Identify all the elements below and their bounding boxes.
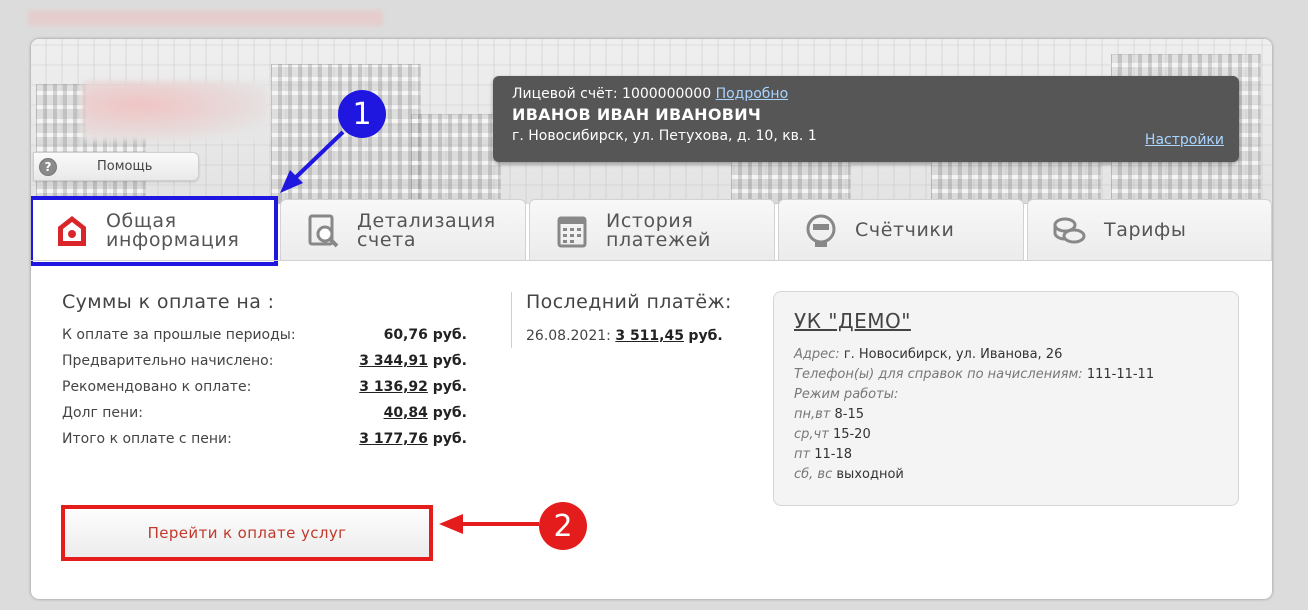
tab-tariffs[interactable]: Тарифы bbox=[1027, 199, 1272, 261]
tab-bill-details[interactable]: Детализация счета bbox=[280, 199, 526, 261]
tab-payment-history[interactable]: История платежей bbox=[529, 199, 775, 261]
tab-general-info[interactable]: Общая информация bbox=[31, 196, 278, 266]
company-logo bbox=[83, 81, 269, 141]
company-info-panel: УК "ДЕМО" Адрес: г. Новосибирск, ул. Ива… bbox=[773, 291, 1239, 506]
tab-bar: Общая информация Детализация счета История… bbox=[31, 196, 1272, 266]
help-button[interactable]: ? Помощь bbox=[33, 152, 199, 181]
last-payment-info: 26.08.2021: 3 511,45 руб. bbox=[526, 328, 723, 344]
divider bbox=[511, 292, 512, 348]
sum-value-link[interactable]: 3 136,92 руб. bbox=[359, 379, 467, 395]
last-payment-date: 26.08.2021: bbox=[526, 328, 611, 344]
account-number: 1000000000 bbox=[622, 86, 712, 102]
tab-meters-label: Счётчики bbox=[855, 219, 955, 241]
calendar-icon bbox=[555, 214, 589, 248]
meter-icon bbox=[804, 214, 838, 248]
main-card: ? Помощь Лицевой счёт: 1000000000 Подроб… bbox=[31, 39, 1272, 599]
sum-row-past-periods: К оплате за прошлые периоды: 60,76 руб. bbox=[62, 327, 467, 347]
last-payment-amount[interactable]: 3 511,45 bbox=[615, 328, 684, 344]
sum-label: Долг пени: bbox=[62, 405, 143, 421]
sum-label: Итого к оплате с пени: bbox=[62, 431, 232, 447]
blurred-header-text bbox=[28, 10, 383, 26]
account-label: Лицевой счёт: bbox=[512, 86, 618, 102]
sum-value-link[interactable]: 3 177,76 руб. bbox=[359, 431, 467, 447]
sum-row-recommended: Рекомендовано к оплате: 3 136,92 руб. bbox=[62, 379, 467, 399]
sum-row-penalty: Долг пени: 40,84 руб. bbox=[62, 405, 467, 425]
account-holder-name: ИВАНОВ ИВАН ИВАНОВИЧ bbox=[512, 105, 762, 124]
sum-label: К оплате за прошлые периоды: bbox=[62, 327, 296, 343]
pay-services-button[interactable]: Перейти к оплате услуг bbox=[61, 505, 433, 561]
annotation-badge-2: 2 bbox=[539, 502, 587, 550]
sum-row-total: Итого к оплате с пени: 3 177,76 руб. bbox=[62, 431, 467, 451]
sum-value-link[interactable]: 3 344,91 руб. bbox=[359, 353, 467, 369]
settings-link[interactable]: Настройки bbox=[1145, 132, 1224, 148]
sum-label: Рекомендовано к оплате: bbox=[62, 379, 252, 395]
account-number-line: Лицевой счёт: 1000000000 Подробно bbox=[512, 86, 1220, 102]
tab-bill-details-label: Детализация счета bbox=[357, 209, 496, 251]
annotation-badge-1: 1 bbox=[338, 90, 386, 138]
details-link[interactable]: Подробно bbox=[716, 86, 789, 102]
sum-row-preliminary: Предварительно начислено: 3 344,91 руб. bbox=[62, 353, 467, 373]
company-name-link[interactable]: УК "ДЕМО" bbox=[794, 309, 1218, 333]
company-details: Адрес: г. Новосибирск, ул. Иванова, 26 Т… bbox=[794, 347, 1155, 482]
tab-general-info-label: Общая информация bbox=[106, 210, 240, 251]
help-label: Помощь bbox=[97, 159, 153, 174]
coins-icon bbox=[1053, 214, 1087, 248]
tab-meters[interactable]: Счётчики bbox=[778, 199, 1024, 261]
document-search-icon bbox=[306, 214, 340, 248]
question-icon: ? bbox=[39, 157, 57, 176]
sum-value-link[interactable]: 40,84 руб. bbox=[384, 405, 467, 421]
last-payment-title: Последний платёж: bbox=[526, 291, 732, 313]
account-panel: Лицевой счёт: 1000000000 Подробно ИВАНОВ… bbox=[493, 76, 1239, 162]
sum-value: 60,76 руб. bbox=[383, 327, 467, 343]
sums-title: Суммы к оплате на : bbox=[62, 291, 275, 313]
sum-label: Предварительно начислено: bbox=[62, 353, 274, 369]
tab-tariffs-label: Тарифы bbox=[1104, 219, 1187, 241]
last-payment-currency: руб. bbox=[688, 328, 723, 344]
home-icon bbox=[55, 214, 89, 248]
tab-payment-history-label: История платежей bbox=[606, 209, 711, 251]
account-address: г. Новосибирск, ул. Петухова, д. 10, кв.… bbox=[512, 128, 817, 144]
